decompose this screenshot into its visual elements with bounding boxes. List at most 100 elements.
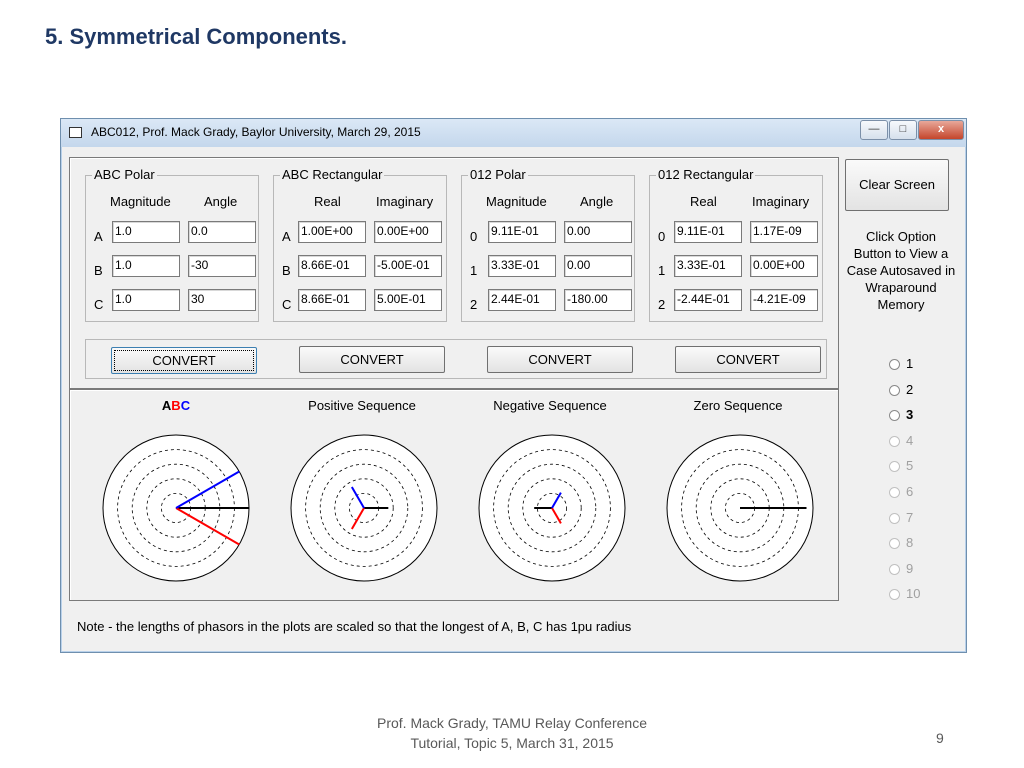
row-label: 0 (470, 229, 478, 244)
seq-polar-0-angle-field[interactable]: 0.00 (564, 221, 632, 243)
row-label: C (94, 297, 104, 312)
radio-icon (889, 487, 900, 499)
row-label: 2 (470, 297, 478, 312)
radio-icon (889, 589, 900, 601)
column-header: Real (314, 194, 341, 209)
column-header: Angle (204, 194, 238, 209)
maximize-icon[interactable]: □ (889, 120, 917, 140)
side-instructions: Click Option Button to View a Case Autos… (846, 229, 956, 312)
case-option-1[interactable]: 1 (889, 356, 913, 371)
group-label: ABC Polar (92, 167, 157, 182)
page-number: 9 (936, 730, 944, 746)
seq-rect-0-real-field[interactable]: 9.11E-01 (674, 221, 742, 243)
radio-icon (889, 563, 900, 575)
abc-polar-b-angle-field[interactable]: -30 (188, 255, 256, 277)
case-option-label: 7 (906, 509, 914, 525)
row-label: 1 (658, 263, 666, 278)
abc-rect-a-real-field[interactable]: 1.00E+00 (298, 221, 366, 243)
radio-icon (889, 512, 900, 524)
group-label: 012 Polar (468, 167, 528, 182)
seq-rect-1-real-field[interactable]: 3.33E-01 (674, 255, 742, 277)
abc-rect-b-real-field[interactable]: 8.66E-01 (298, 255, 366, 277)
convert-seq-polar-button[interactable]: CONVERT (487, 346, 633, 373)
clear-screen-button[interactable]: Clear Screen (845, 159, 949, 211)
abc-phasor-plot (102, 434, 250, 582)
column-header: Real (690, 194, 717, 209)
abc-polar-a-angle-field[interactable]: 0.0 (188, 221, 256, 243)
radio-icon (889, 359, 900, 371)
slide-title: 5. Symmetrical Components. (45, 24, 347, 49)
window-icon (69, 127, 82, 138)
row-label: 2 (658, 297, 666, 312)
footer-line-2: Tutorial, Topic 5, March 31, 2015 (410, 735, 614, 751)
abc-title-b: B (171, 398, 181, 413)
column-header: Magnitude (486, 194, 547, 209)
seq-rect-1-imag-field[interactable]: 0.00E+00 (750, 255, 818, 277)
abc-rect-c-imag-field[interactable]: 5.00E-01 (374, 289, 442, 311)
convert-abc-rect-button[interactable]: CONVERT (299, 346, 445, 373)
row-label: 0 (658, 229, 666, 244)
seq-rect-0-imag-field[interactable]: 1.17E-09 (750, 221, 818, 243)
abc-title-c: C (180, 398, 191, 413)
app-window: ABC012, Prof. Mack Grady, Baylor Univers… (60, 118, 967, 653)
window-title: ABC012, Prof. Mack Grady, Baylor Univers… (91, 125, 421, 139)
case-option-label: 6 (906, 484, 914, 499)
radio-icon (889, 410, 900, 422)
abc-polar-c-angle-field[interactable]: 30 (188, 289, 256, 311)
group-label: ABC Rectangular (280, 167, 385, 182)
zero-sequence-title: Zero Sequence (693, 398, 783, 413)
seq-polar-1-magnitude-field[interactable]: 3.33E-01 (488, 255, 556, 277)
case-option-label: 9 (906, 560, 914, 576)
case-option-label: 10 (906, 586, 921, 602)
zero-sequence-plot (666, 434, 814, 582)
group-label: 012 Rectangular (656, 167, 756, 182)
radio-icon (889, 538, 900, 550)
row-label: A (94, 229, 103, 244)
convert-abc-polar-button[interactable]: CONVERT (111, 347, 257, 374)
case-option-label: 1 (906, 356, 914, 371)
negative-sequence-plot (478, 434, 626, 582)
abc-rect-c-real-field[interactable]: 8.66E-01 (298, 289, 366, 311)
seq-polar-2-magnitude-field[interactable]: 2.44E-01 (488, 289, 556, 311)
case-option-7: 7 (889, 510, 913, 525)
abc-rect-b-imag-field[interactable]: -5.00E-01 (374, 255, 442, 277)
convert-seq-rect-button[interactable]: CONVERT (675, 346, 821, 373)
abc-polar-c-magnitude-field[interactable]: 1.0 (112, 289, 180, 311)
close-icon[interactable]: x (918, 120, 964, 140)
row-label: B (94, 263, 103, 278)
slide-footer: Prof. Mack Grady, TAMU Relay Conference … (362, 713, 662, 753)
positive-sequence-plot (290, 434, 438, 582)
seq-rect-2-real-field[interactable]: -2.44E-01 (674, 289, 742, 311)
case-option-label: 3 (906, 407, 914, 423)
title-bar: ABC012, Prof. Mack Grady, Baylor Univers… (61, 119, 966, 147)
minimize-icon[interactable]: — (860, 120, 888, 140)
abc-rect-a-imag-field[interactable]: 0.00E+00 (374, 221, 442, 243)
case-option-9: 9 (889, 561, 913, 576)
seq-rect-2-imag-field[interactable]: -4.21E-09 (750, 289, 818, 311)
column-header: Angle (580, 194, 614, 209)
case-option-3[interactable]: 3 (889, 407, 913, 422)
seq-polar-2-angle-field[interactable]: -180.00 (564, 289, 632, 311)
row-label: 1 (470, 263, 478, 278)
abc-polar-a-magnitude-field[interactable]: 1.0 (112, 221, 180, 243)
row-label: B (282, 263, 291, 278)
row-label: C (282, 297, 292, 312)
abc-polar-b-magnitude-field[interactable]: 1.0 (112, 255, 180, 277)
row-label: A (282, 229, 291, 244)
radio-icon (889, 384, 900, 396)
seq-polar-0-magnitude-field[interactable]: 9.11E-01 (488, 221, 556, 243)
abc-rect-group: ABC Rectangular Real Imaginary A B C 1.0… (273, 167, 447, 322)
case-option-6: 6 (889, 484, 913, 499)
footer-line-1: Prof. Mack Grady, TAMU Relay Conference (377, 715, 647, 731)
seq-rect-group: 012 Rectangular Real Imaginary 0 1 2 9.1… (649, 167, 823, 322)
radio-icon (889, 461, 900, 473)
case-option-2[interactable]: 2 (889, 382, 913, 397)
radio-icon (889, 435, 900, 447)
case-option-8: 8 (889, 535, 913, 550)
seq-polar-group: 012 Polar Magnitude Angle 0 1 2 9.11E-01… (461, 167, 635, 322)
positive-sequence-title: Positive Sequence (308, 398, 416, 413)
column-header: Imaginary (376, 194, 434, 209)
case-option-10: 10 (889, 586, 920, 601)
seq-polar-1-angle-field[interactable]: 0.00 (564, 255, 632, 277)
note-text: Note - the lengths of phasors in the plo… (77, 619, 632, 634)
